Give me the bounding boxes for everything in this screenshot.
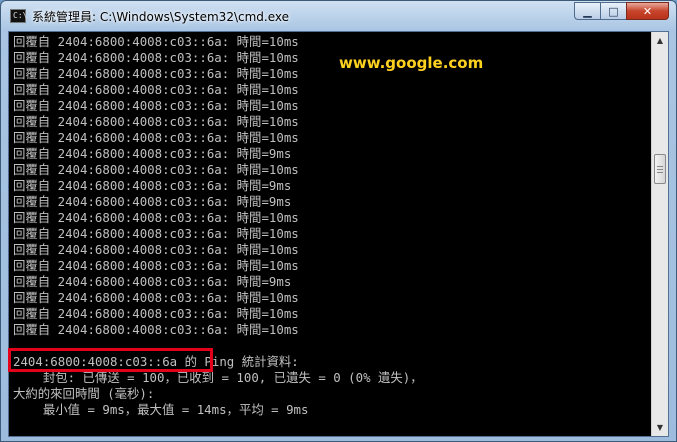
ip-highlight-box	[8, 348, 213, 372]
cmd-console-icon[interactable]: C:\	[10, 9, 27, 23]
reply-line: 回覆自 2404:6800:4008:c03::6a: 時間=10ms	[13, 210, 299, 225]
console-output[interactable]: 回覆自 2404:6800:4008:c03::6a: 時間=10ms 回覆自 2…	[9, 32, 650, 436]
rtt-values-line: 最小值 = 9ms，最大值 = 14ms，平均 = 9ms	[13, 402, 309, 417]
reply-line: 回覆自 2404:6800:4008:c03::6a: 時間=10ms	[13, 34, 299, 49]
reply-line: 回覆自 2404:6800:4008:c03::6a: 時間=9ms	[13, 178, 292, 193]
reply-line: 回覆自 2404:6800:4008:c03::6a: 時間=10ms	[13, 322, 299, 337]
thumb-grip-line	[657, 166, 663, 167]
close-icon: ✕	[642, 4, 653, 18]
title-bar[interactable]: C:\ 系統管理員: C:\Windows\System32\cmd.exe ▁…	[1, 1, 676, 31]
reply-line: 回覆自 2404:6800:4008:c03::6a: 時間=10ms	[13, 226, 299, 241]
reply-line: 回覆自 2404:6800:4008:c03::6a: 時間=10ms	[13, 162, 299, 177]
scroll-up-arrow-icon[interactable]: ▲	[652, 32, 668, 49]
scrollbar-thumb[interactable]	[654, 154, 666, 184]
reply-line: 回覆自 2404:6800:4008:c03::6a: 時間=10ms	[13, 50, 299, 65]
maximize-button[interactable]: □	[600, 2, 626, 20]
window-title: 系統管理員: C:\Windows\System32\cmd.exe	[32, 10, 289, 24]
reply-line: 回覆自 2404:6800:4008:c03::6a: 時間=9ms	[13, 274, 292, 289]
reply-line: 回覆自 2404:6800:4008:c03::6a: 時間=9ms	[13, 146, 292, 161]
reply-line: 回覆自 2404:6800:4008:c03::6a: 時間=10ms	[13, 258, 299, 273]
reply-line: 回覆自 2404:6800:4008:c03::6a: 時間=10ms	[13, 82, 299, 97]
reply-line: 回覆自 2404:6800:4008:c03::6a: 時間=10ms	[13, 306, 299, 321]
google-url-annotation: www.google.com	[339, 54, 484, 72]
reply-line: 回覆自 2404:6800:4008:c03::6a: 時間=10ms	[13, 98, 299, 113]
cmd-window: C:\ 系統管理員: C:\Windows\System32\cmd.exe ▁…	[0, 0, 677, 442]
thumb-grip-line	[657, 169, 663, 170]
vertical-scrollbar[interactable]: ▲ ▼	[651, 32, 668, 436]
reply-line: 回覆自 2404:6800:4008:c03::6a: 時間=9ms	[13, 194, 292, 209]
reply-line: 回覆自 2404:6800:4008:c03::6a: 時間=10ms	[13, 242, 299, 257]
reply-line: 回覆自 2404:6800:4008:c03::6a: 時間=10ms	[13, 290, 299, 305]
scroll-down-arrow-icon[interactable]: ▼	[652, 419, 668, 436]
minimize-icon: ▁	[583, 4, 592, 18]
maximize-icon: □	[608, 4, 619, 18]
minimize-button[interactable]: ▁	[574, 2, 600, 20]
rtt-header-line: 大約的來回時間 (毫秒):	[13, 386, 155, 401]
thumb-grip-line	[657, 172, 663, 173]
reply-line: 回覆自 2404:6800:4008:c03::6a: 時間=10ms	[13, 114, 299, 129]
reply-line: 回覆自 2404:6800:4008:c03::6a: 時間=10ms	[13, 130, 299, 145]
reply-line: 回覆自 2404:6800:4008:c03::6a: 時間=10ms	[13, 66, 299, 81]
console-client-area[interactable]: 回覆自 2404:6800:4008:c03::6a: 時間=10ms 回覆自 2…	[8, 31, 669, 437]
stats-packets-line: 封包: 已傳送 = 100，已收到 = 100, 已遺失 = 0 (0% 遺失)…	[13, 370, 423, 385]
caption-buttons: ▁ □ ✕	[574, 2, 669, 21]
reply-lines: 回覆自 2404:6800:4008:c03::6a: 時間=10ms 回覆自 2…	[13, 34, 650, 338]
close-button[interactable]: ✕	[626, 2, 669, 20]
